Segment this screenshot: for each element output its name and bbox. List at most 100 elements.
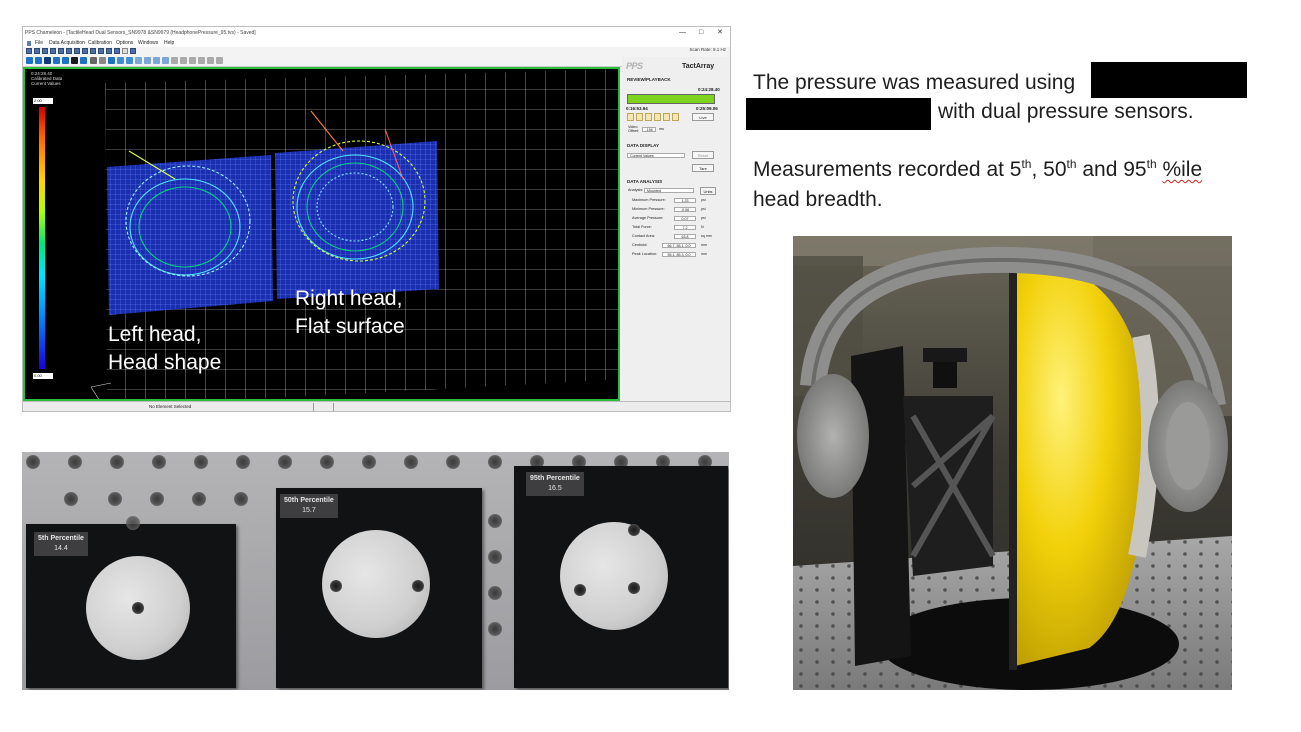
zoom-in-icon[interactable] bbox=[198, 57, 205, 64]
arrow-right-icon[interactable] bbox=[189, 57, 196, 64]
total-force-label: Total Force: bbox=[632, 225, 652, 229]
grid-view-icon[interactable] bbox=[117, 57, 124, 64]
overlay-left-line1: Left head, bbox=[108, 323, 202, 346]
step-back-icon[interactable] bbox=[636, 113, 643, 121]
software-window: PPS Chameleon - [TactileHead Dual Sensor… bbox=[22, 26, 731, 412]
close-button[interactable]: ✕ bbox=[717, 27, 723, 39]
end-time: 0:25:09.06 bbox=[696, 106, 718, 111]
text-measurements-a: Measurements recorded at 5 bbox=[753, 158, 1022, 181]
analysis-select[interactable]: Mounted bbox=[644, 188, 694, 193]
mount-hole bbox=[110, 455, 124, 469]
skip-forward-icon[interactable] bbox=[672, 113, 679, 121]
display-icon[interactable] bbox=[35, 57, 42, 64]
screw bbox=[628, 582, 640, 594]
play-icon[interactable] bbox=[645, 113, 652, 121]
tools-icon[interactable] bbox=[90, 57, 97, 64]
plate-label-name: 95th Percentile bbox=[530, 475, 580, 482]
view-icon[interactable] bbox=[26, 57, 33, 64]
step-forward-icon[interactable] bbox=[663, 113, 670, 121]
status-divider bbox=[333, 403, 334, 411]
settings-icon[interactable] bbox=[98, 48, 104, 54]
units-button[interactable]: Units bbox=[700, 187, 716, 195]
video-offset-label: Video Offset: bbox=[628, 125, 640, 133]
overlay-icon[interactable] bbox=[80, 57, 87, 64]
max-pressure-label: Maximum Pressure: bbox=[632, 198, 666, 202]
plate-label-value: 15.7 bbox=[302, 507, 316, 514]
maximize-button[interactable]: □ bbox=[699, 27, 703, 39]
reset-button[interactable]: Reset bbox=[692, 151, 714, 159]
live-button[interactable]: Live bbox=[692, 113, 714, 121]
paste-icon[interactable] bbox=[74, 48, 80, 54]
superscript-th: th bbox=[1021, 157, 1032, 171]
menu-file[interactable]: File bbox=[35, 39, 43, 47]
title-bar: PPS Chameleon - [TactileHead Dual Sensor… bbox=[23, 27, 730, 39]
pause-icon[interactable] bbox=[654, 113, 661, 121]
copy-icon[interactable] bbox=[66, 48, 72, 54]
contour-icon[interactable] bbox=[144, 57, 151, 64]
color-map-icon[interactable] bbox=[53, 57, 60, 64]
bar-view-icon[interactable] bbox=[153, 57, 160, 64]
plate-5th-percentile: 5th Percentile 14.4 bbox=[26, 516, 236, 688]
camera-icon[interactable] bbox=[71, 57, 78, 64]
screw bbox=[330, 580, 342, 592]
percentile-plates-photo: 5th Percentile 14.4 50th Percentile 15.7… bbox=[22, 452, 729, 690]
superscript-th: th bbox=[1146, 157, 1157, 171]
menu-windows[interactable]: Windows bbox=[138, 39, 158, 47]
toolbar-file bbox=[23, 47, 623, 55]
data-analysis-header: DATA ANALYSIS bbox=[627, 179, 663, 184]
plate-label-value: 14.4 bbox=[54, 545, 68, 552]
menu-help[interactable]: Help bbox=[164, 39, 174, 47]
print-icon[interactable] bbox=[50, 48, 56, 54]
zoom-out-icon[interactable] bbox=[207, 57, 214, 64]
menu-calibration[interactable]: Calibration bbox=[88, 39, 112, 47]
text-measured-using: The pressure was measured using bbox=[753, 71, 1076, 94]
peak-location-label: Peak Location: bbox=[632, 252, 658, 256]
wireframe-icon[interactable] bbox=[135, 57, 142, 64]
mount-hole bbox=[278, 455, 292, 469]
monitor-icon[interactable] bbox=[44, 57, 51, 64]
plate-label-name: 5th Percentile bbox=[38, 535, 84, 542]
cut-icon[interactable] bbox=[58, 48, 64, 54]
arrow-left-icon[interactable] bbox=[180, 57, 187, 64]
window-title: PPS Chameleon - [TactileHead Dual Sensor… bbox=[25, 30, 256, 36]
min-pressure-label: Minimum Pressure: bbox=[632, 207, 665, 211]
centroid-unit: mm bbox=[701, 243, 707, 247]
display-select[interactable]: Current Values bbox=[627, 153, 685, 158]
tare-button[interactable]: Tare bbox=[692, 164, 714, 172]
record-icon[interactable] bbox=[82, 48, 88, 54]
menu-data-acquisition[interactable]: Data Acquisition bbox=[49, 39, 85, 47]
grid-icon[interactable] bbox=[114, 48, 120, 54]
overlay-right-line2: Flat surface bbox=[295, 315, 405, 338]
video-offset-input[interactable]: -156 bbox=[642, 127, 656, 132]
layout-icon[interactable] bbox=[130, 48, 136, 54]
start-time: 0:16:53.94 bbox=[626, 106, 648, 111]
new-file-icon[interactable] bbox=[26, 48, 32, 54]
skip-back-icon[interactable] bbox=[627, 113, 634, 121]
mount-hole bbox=[126, 516, 140, 530]
save-icon[interactable] bbox=[42, 48, 48, 54]
measure-icon[interactable] bbox=[99, 57, 106, 64]
plate-label-name: 50th Percentile bbox=[284, 497, 334, 504]
zoom-fit-icon[interactable] bbox=[216, 57, 223, 64]
overlay-left-line2: Head shape bbox=[108, 351, 222, 374]
peak-location-unit: mm bbox=[701, 252, 707, 256]
mount-hole bbox=[26, 455, 40, 469]
menu-options[interactable]: Options bbox=[116, 39, 133, 47]
sensor-icon[interactable] bbox=[62, 57, 69, 64]
review-header: REVIEW/PLAYBACK bbox=[627, 77, 671, 82]
view-3d-icon[interactable] bbox=[122, 48, 128, 54]
pan-icon[interactable] bbox=[171, 57, 178, 64]
chart-icon[interactable] bbox=[106, 48, 112, 54]
plate-label-value: 16.5 bbox=[548, 485, 562, 492]
mount-hole bbox=[194, 455, 208, 469]
playback-progress-bar[interactable] bbox=[627, 94, 715, 104]
plot-icon[interactable] bbox=[108, 57, 115, 64]
export-icon[interactable] bbox=[90, 48, 96, 54]
current-time: 0:24:28.40 bbox=[698, 87, 720, 92]
minimize-button[interactable]: — bbox=[679, 27, 686, 39]
surface-view-icon[interactable] bbox=[126, 57, 133, 64]
text-percentile-ile: %ile bbox=[1162, 158, 1203, 181]
rotate-icon[interactable] bbox=[162, 57, 169, 64]
pressure-3d-viewport[interactable]: 0:24:28.40 Calibrated Data Current Value… bbox=[23, 67, 620, 401]
open-file-icon[interactable] bbox=[34, 48, 40, 54]
